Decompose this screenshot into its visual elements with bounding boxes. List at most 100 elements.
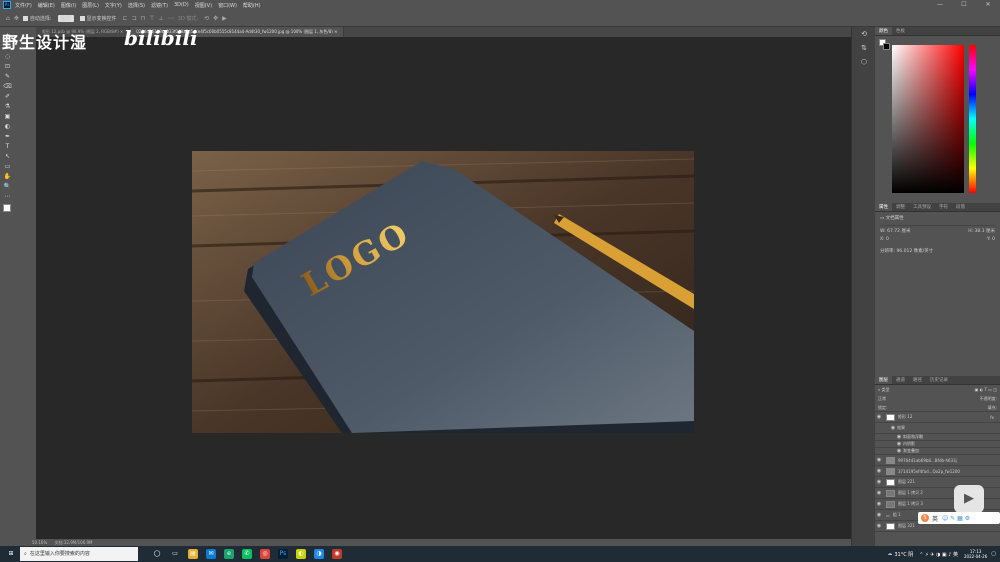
minimize-button[interactable]: — (928, 0, 952, 10)
layer-effect-row[interactable]: ◉ 内阴影 (875, 441, 1000, 448)
tab-paragraph[interactable]: 段落 (952, 203, 969, 211)
ime-lang[interactable]: 英 (932, 514, 938, 523)
clock[interactable]: 17:13 2022-04-26 (964, 549, 987, 559)
align-center-icon[interactable]: ⊐ (132, 15, 137, 22)
eye-icon[interactable]: ◉ (875, 479, 883, 485)
app2-icon[interactable]: ◑ (314, 549, 324, 559)
menu-filter[interactable]: 滤镜(T) (151, 2, 168, 9)
mail-icon[interactable]: ✉ (206, 549, 216, 559)
tab-tool-presets[interactable]: 工具预设 (909, 203, 935, 211)
eyedropper-tool-icon[interactable]: ⚗ (0, 102, 15, 112)
menu-file[interactable]: 文件(F) (15, 2, 32, 9)
eye-icon[interactable]: ◉ (895, 441, 903, 447)
eye-icon[interactable]: ◉ (875, 523, 883, 529)
rectangle-tool-icon[interactable]: ▭ (0, 162, 15, 172)
path-select-tool-icon[interactable]: ↖ (0, 152, 15, 162)
auto-select-dropdown[interactable]: 图层 (57, 14, 74, 22)
home-icon[interactable]: ⌂ (6, 15, 10, 22)
adjust-icon[interactable]: ⇅ (852, 41, 876, 55)
taskbar-search[interactable]: ⌕ 在这里输入你要搜索的内容 (20, 547, 138, 561)
x-value[interactable]: 0 (886, 237, 889, 242)
type-tool-icon[interactable]: T (0, 142, 15, 152)
menu-help[interactable]: 帮助(H) (243, 2, 261, 9)
layer-effect-row[interactable]: ◉ 效果 (875, 423, 1000, 434)
menu-3d[interactable]: 3D(D) (174, 2, 189, 8)
foreground-color-swatch[interactable] (3, 204, 11, 212)
file-explorer-icon[interactable]: ▤ (188, 549, 198, 559)
layer-row[interactable]: ◉ 9976441ab69b8...Bfdb-h633j (875, 455, 1000, 466)
eraser-tool-icon[interactable]: ⌫ (0, 82, 15, 92)
maximize-button[interactable]: ☐ (952, 0, 976, 10)
y-value[interactable]: 0 (992, 237, 995, 242)
hand-tool-icon[interactable]: ✋ (0, 172, 15, 182)
width-value[interactable]: 67.72 厘米 (887, 229, 910, 234)
color-swatches[interactable] (0, 202, 15, 218)
tray-icons[interactable]: ⌃ ⚡ ✈ ◑ ▣ ♪ 英 (919, 551, 958, 558)
eye-icon[interactable]: ◉ (875, 414, 883, 420)
align-right-icon[interactable]: ⊓ (141, 15, 146, 22)
eye-icon[interactable]: ◉ (875, 501, 883, 507)
gradient-tool-icon[interactable]: ▣ (0, 112, 15, 122)
color-picker-field[interactable] (892, 45, 964, 193)
crop-tool-icon[interactable]: ⊡ (0, 62, 15, 72)
video-icon[interactable]: ▶ (222, 15, 227, 22)
bg-color-chip[interactable] (883, 43, 890, 50)
notification-icon[interactable]: ▢ (991, 551, 996, 557)
blend-mode-dropdown[interactable]: 正常 (878, 394, 886, 403)
distribute-icon[interactable]: ⋯ (168, 15, 174, 22)
menu-select[interactable]: 选择(S) (128, 2, 145, 9)
ime-tools-icon[interactable]: ☺ ✎ ▦ ⚙ (942, 515, 970, 522)
zoom-level[interactable]: 50.16% (32, 540, 47, 545)
tab-history[interactable]: 历史记录 (926, 376, 952, 384)
app-icon[interactable]: ◐ (296, 549, 306, 559)
align-top-icon[interactable]: ⊤ (149, 15, 154, 22)
layer-effect-row[interactable]: ◉ 斜面和浮雕 (875, 434, 1000, 441)
tab-channels[interactable]: 通道 (892, 376, 909, 384)
fx-badge[interactable]: fx (990, 415, 994, 420)
tab-adjustments[interactable]: 调整 (892, 203, 909, 211)
align-middle-icon[interactable]: ⊥ (159, 15, 164, 22)
lasso-tool-icon[interactable]: ◌ (0, 52, 15, 62)
auto-select-checkbox[interactable]: 自动选择: (22, 15, 52, 22)
eye-icon[interactable]: ◉ (895, 434, 903, 440)
edge-icon[interactable]: e (224, 549, 234, 559)
tab-character[interactable]: 字符 (935, 203, 952, 211)
tab-swatches[interactable]: 色板 (892, 27, 909, 35)
menu-edit[interactable]: 编辑(E) (38, 2, 55, 9)
tab-layers[interactable]: 图层 (875, 376, 892, 384)
task-view-icon[interactable]: ◯ (152, 549, 162, 559)
task-view2-icon[interactable]: ▭ (170, 549, 180, 559)
windows-start-icon[interactable]: ⊞ (6, 549, 16, 559)
menu-type[interactable]: 文字(Y) (105, 2, 122, 9)
menu-image[interactable]: 图像(I) (61, 2, 76, 9)
pan-3d-icon[interactable]: ✥ (213, 15, 218, 22)
eye-icon[interactable]: ◉ (895, 448, 903, 454)
tab-color[interactable]: 颜色 (875, 27, 892, 35)
tab-paths[interactable]: 路径 (909, 376, 926, 384)
clone-tool-icon[interactable]: ✐ (0, 92, 15, 102)
app3-icon[interactable]: ◉ (332, 549, 342, 559)
layer-effect-row[interactable]: ◉ 渐变叠加 (875, 448, 1000, 455)
dodge-tool-icon[interactable]: ◐ (0, 122, 15, 132)
wechat-icon[interactable]: ✆ (242, 549, 252, 559)
layer-row[interactable]: ◉ 矩形 12 fx (875, 412, 1000, 423)
layer-kind-filter[interactable]: ⌕ 类型 (878, 385, 890, 394)
chrome-icon[interactable]: ◎ (260, 549, 270, 559)
bilibili-play-icon[interactable]: ▶ (954, 485, 984, 513)
close-button[interactable]: ✕ (976, 0, 1000, 10)
history-icon[interactable]: ⟲ (852, 27, 876, 41)
show-transform-checkbox[interactable]: 显示变换控件 (79, 15, 117, 22)
brush-tool-icon[interactable]: ✎ (0, 72, 15, 82)
weather-text[interactable]: 31°C 阴 (894, 551, 913, 558)
pen-tool-icon[interactable]: ✒ (0, 132, 15, 142)
ime-toolbar[interactable]: S 英 ☺ ✎ ▦ ⚙ (918, 512, 1000, 524)
move-tool-icon[interactable]: ✥ (14, 15, 19, 22)
menu-view[interactable]: 视图(V) (195, 2, 212, 9)
rotate-3d-icon[interactable]: ⟲ (204, 15, 209, 22)
photoshop-logo-icon[interactable]: Ps (3, 1, 11, 9)
document-canvas[interactable]: LOGO (192, 151, 694, 433)
filter-icons[interactable]: ▣ ◐ T ▭ ◫ (975, 385, 997, 394)
eye-icon[interactable]: ◉ (875, 457, 883, 463)
align-left-icon[interactable]: ⊏ (123, 15, 128, 22)
zoom-tool-icon[interactable]: 🔍 (0, 182, 15, 192)
